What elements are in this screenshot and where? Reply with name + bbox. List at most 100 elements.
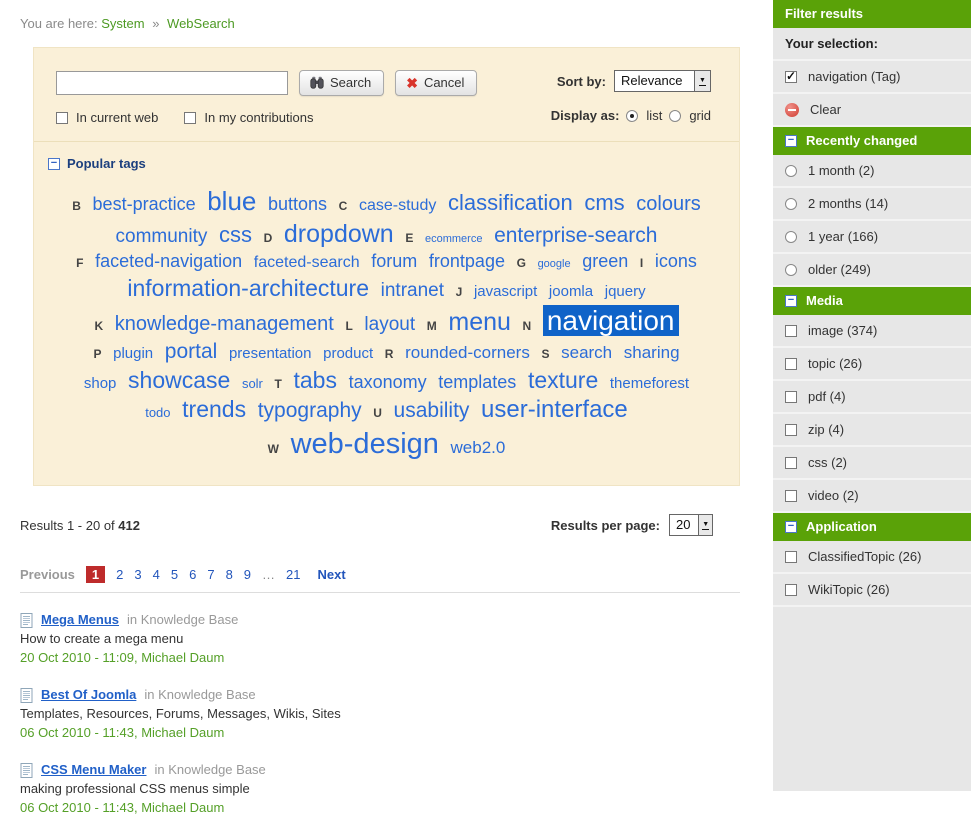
display-as-radio[interactable] bbox=[626, 110, 638, 122]
radio-icon[interactable] bbox=[785, 264, 797, 276]
filter-option-row[interactable]: ClassifiedTopic (26) bbox=[773, 541, 971, 574]
tag-link[interactable]: todo bbox=[145, 405, 170, 420]
filter-option-row[interactable]: WikiTopic (26) bbox=[773, 574, 971, 607]
pagination-page[interactable]: 7 bbox=[207, 567, 214, 582]
result-title-link[interactable]: Mega Menus bbox=[41, 611, 119, 629]
breadcrumb-link-websearch[interactable]: WebSearch bbox=[167, 16, 235, 31]
collapse-icon[interactable]: − bbox=[48, 158, 60, 170]
filter-option-row[interactable]: navigation (Tag) bbox=[773, 61, 971, 94]
cancel-button[interactable]: ✖ Cancel bbox=[395, 70, 477, 96]
tag-link[interactable]: sharing bbox=[624, 343, 680, 362]
tag-link[interactable]: forum bbox=[371, 251, 417, 271]
tag-link[interactable]: trends bbox=[182, 396, 246, 422]
checkbox-icon[interactable] bbox=[785, 584, 797, 596]
tag-link[interactable]: green bbox=[582, 251, 628, 271]
chevron-down-icon[interactable]: ▼ bbox=[698, 515, 712, 535]
pagination-previous[interactable]: Previous bbox=[20, 567, 75, 582]
tag-link[interactable]: intranet bbox=[381, 280, 444, 301]
in-my-contributions-checkbox[interactable] bbox=[184, 112, 196, 124]
filter-option-row[interactable]: topic (26) bbox=[773, 348, 971, 381]
tag-link[interactable]: shop bbox=[84, 375, 117, 392]
tag-link[interactable]: faceted-search bbox=[254, 254, 360, 271]
clear-filter-icon[interactable] bbox=[785, 103, 799, 117]
tag-link[interactable]: community bbox=[116, 226, 208, 247]
tag-link[interactable]: showcase bbox=[128, 367, 230, 393]
tag-link[interactable]: rounded-corners bbox=[405, 343, 530, 362]
checkbox-icon[interactable] bbox=[785, 551, 797, 563]
tag-link[interactable]: cms bbox=[584, 190, 624, 215]
results-per-page-select[interactable]: 20 ▼ bbox=[669, 514, 713, 536]
checkbox-icon[interactable] bbox=[785, 325, 797, 337]
tag-link[interactable]: portal bbox=[165, 340, 218, 363]
tag-link[interactable]: frontpage bbox=[429, 251, 505, 271]
pagination-page[interactable]: 9 bbox=[244, 567, 251, 582]
pagination-page[interactable]: 8 bbox=[226, 567, 233, 582]
tag-link[interactable]: google bbox=[538, 258, 571, 270]
pagination-next[interactable]: Next bbox=[318, 567, 346, 582]
tag-link[interactable]: case-study bbox=[359, 197, 436, 214]
filter-option-row[interactable]: video (2) bbox=[773, 480, 971, 513]
display-as-radio[interactable] bbox=[669, 110, 681, 122]
tag-link[interactable]: buttons bbox=[268, 194, 327, 214]
display-as-option-grid[interactable]: grid bbox=[669, 108, 711, 123]
tag-link[interactable]: user-interface bbox=[481, 396, 628, 423]
tag-link[interactable]: product bbox=[323, 345, 373, 362]
filter-option-row[interactable]: Clear bbox=[773, 94, 971, 127]
filter-option-row[interactable]: older (249) bbox=[773, 254, 971, 287]
radio-icon[interactable] bbox=[785, 198, 797, 210]
filter-option-row[interactable]: 1 year (166) bbox=[773, 221, 971, 254]
tag-link[interactable]: templates bbox=[438, 372, 516, 392]
checkbox-icon[interactable] bbox=[785, 457, 797, 469]
filter-option-row[interactable]: zip (4) bbox=[773, 414, 971, 447]
pagination-page[interactable]: 4 bbox=[153, 567, 160, 582]
tag-link[interactable]: texture bbox=[528, 367, 598, 393]
tag-link[interactable]: javascript bbox=[474, 283, 537, 300]
tag-link[interactable]: dropdown bbox=[284, 220, 394, 248]
tag-link[interactable]: faceted-navigation bbox=[95, 251, 242, 271]
tag-link[interactable]: icons bbox=[655, 251, 697, 271]
tag-link[interactable]: best-practice bbox=[93, 194, 196, 214]
pagination-page[interactable]: 1 bbox=[86, 566, 105, 583]
collapse-icon[interactable]: − bbox=[785, 295, 797, 307]
tag-link[interactable]: information-architecture bbox=[127, 275, 369, 301]
tag-link[interactable]: ecommerce bbox=[425, 233, 482, 245]
checkbox-icon[interactable] bbox=[785, 424, 797, 436]
sort-by-select[interactable]: Relevance ▼ bbox=[614, 70, 711, 92]
result-title-link[interactable]: Best Of Joomla bbox=[41, 686, 136, 704]
checkbox-checked-icon[interactable] bbox=[785, 71, 797, 83]
pagination-page[interactable]: 6 bbox=[189, 567, 196, 582]
checkbox-icon[interactable] bbox=[785, 391, 797, 403]
tag-link[interactable]: search bbox=[561, 343, 612, 362]
filter-option-row[interactable]: image (374) bbox=[773, 315, 971, 348]
tag-link[interactable]: usability bbox=[394, 399, 470, 422]
pagination-page[interactable]: 3 bbox=[134, 567, 141, 582]
tag-link[interactable]: enterprise-search bbox=[494, 224, 657, 247]
pagination-page[interactable]: 21 bbox=[286, 567, 300, 582]
tag-link[interactable]: web-design bbox=[291, 428, 439, 460]
tag-link[interactable]: colours bbox=[636, 193, 700, 215]
search-input[interactable] bbox=[56, 71, 288, 95]
chevron-down-icon[interactable]: ▼ bbox=[694, 71, 710, 91]
filter-option-row[interactable]: 2 months (14) bbox=[773, 188, 971, 221]
tag-link[interactable]: plugin bbox=[113, 345, 153, 362]
result-author-link[interactable]: Michael Daum bbox=[141, 725, 224, 740]
search-button[interactable]: Search bbox=[299, 70, 384, 96]
display-as-option-list[interactable]: list bbox=[626, 108, 662, 123]
tag-link[interactable]: themeforest bbox=[610, 375, 689, 392]
tag-link[interactable]: knowledge-management bbox=[115, 313, 334, 335]
in-current-web-option[interactable]: In current web bbox=[56, 110, 158, 125]
collapse-icon[interactable]: − bbox=[785, 521, 797, 533]
tag-link[interactable]: blue bbox=[207, 186, 256, 216]
tag-link[interactable]: layout bbox=[364, 314, 415, 335]
tag-link[interactable]: navigation bbox=[543, 305, 679, 336]
filter-option-row[interactable]: 1 month (2) bbox=[773, 155, 971, 188]
tag-link[interactable]: presentation bbox=[229, 345, 312, 362]
tag-link[interactable]: typography bbox=[258, 399, 362, 422]
tag-link[interactable]: jquery bbox=[605, 283, 646, 300]
tag-link[interactable]: taxonomy bbox=[349, 372, 427, 392]
checkbox-icon[interactable] bbox=[785, 358, 797, 370]
result-title-link[interactable]: CSS Menu Maker bbox=[41, 761, 146, 779]
tag-link[interactable]: joomla bbox=[549, 283, 593, 300]
pagination-page[interactable]: 2 bbox=[116, 567, 123, 582]
tag-link[interactable]: css bbox=[219, 222, 252, 247]
